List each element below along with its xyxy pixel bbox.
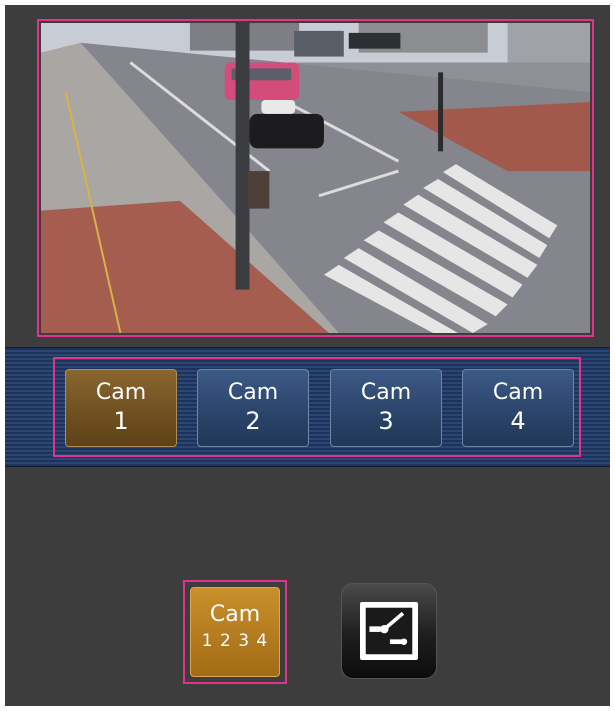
cam-1-number: 1 — [113, 407, 129, 435]
cam-2-label: Cam — [227, 380, 279, 405]
multi-screen-label: Cam — [209, 602, 261, 627]
cam-4-button[interactable]: Cam 4 — [462, 369, 574, 447]
camera-view-highlight — [37, 19, 594, 337]
camera-selector-bar: Cam 1 Cam 2 Cam 3 Cam 4 — [5, 347, 610, 467]
street-scene-image — [41, 23, 590, 333]
cam-4-label: Cam — [492, 380, 544, 405]
camera-control-button[interactable] — [341, 583, 437, 679]
cam-1-button[interactable]: Cam 1 — [65, 369, 177, 447]
cam-2-number: 2 — [245, 407, 261, 435]
camera-selector-highlight: Cam 1 Cam 2 Cam 3 Cam 4 — [53, 357, 581, 457]
cam-3-button[interactable]: Cam 3 — [330, 369, 442, 447]
camera-live-image[interactable] — [41, 23, 590, 333]
cam-2-button[interactable]: Cam 2 — [197, 369, 309, 447]
multi-screen-highlight: Cam 1 2 3 4 — [183, 580, 287, 684]
cam-4-number: 4 — [510, 407, 526, 435]
app-frame: Cam 1 Cam 2 Cam 3 Cam 4 Cam 1 2 3 4 — [5, 5, 610, 706]
cam-1-label: Cam — [95, 380, 147, 405]
cam-3-label: Cam — [360, 380, 412, 405]
camera-control-icon — [360, 602, 418, 660]
cam-3-number: 3 — [378, 407, 394, 435]
multi-screen-button[interactable]: Cam 1 2 3 4 — [190, 587, 280, 677]
multi-screen-numbers: 1 2 3 4 — [201, 631, 269, 651]
